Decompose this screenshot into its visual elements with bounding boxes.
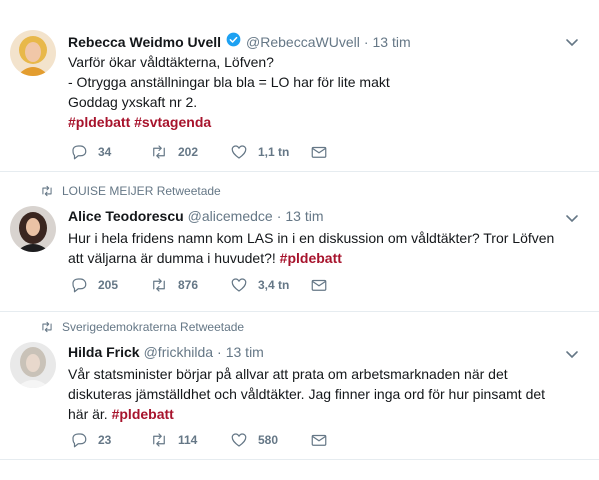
reply-count: 205: [98, 278, 119, 292]
reply-icon: [72, 433, 87, 448]
tweet-actions: 23 114 580: [70, 431, 330, 449]
retweet-icon: [153, 145, 165, 159]
retweet-context[interactable]: Sverigedemokraterna Retweetade: [40, 320, 244, 334]
avatar[interactable]: [10, 206, 56, 252]
heart-icon: [231, 278, 247, 292]
reply-icon: [72, 278, 87, 293]
like-button[interactable]: 1,1 tn: [230, 143, 310, 161]
reply-button[interactable]: 205: [70, 276, 150, 294]
hashtag-link[interactable]: #pldebatt: [280, 250, 342, 266]
tweet[interactable]: LOUISE MEIJER Retweetade Alice Teodoresc…: [0, 172, 599, 312]
tweet-line-text: att väljarna är dumma i huvudet?!: [68, 250, 276, 266]
avatar[interactable]: [10, 342, 56, 388]
hashtag-link[interactable]: #pldebatt: [112, 406, 174, 422]
hashtag-link[interactable]: #svtagenda: [134, 114, 211, 130]
verified-badge-icon: [226, 32, 241, 47]
tweet-line-text: här är.: [68, 406, 108, 422]
timestamp[interactable]: 13 tim: [226, 344, 264, 360]
retweet-context-label: LOUISE MEIJER Retweetade: [62, 184, 221, 198]
reply-button[interactable]: 34: [70, 143, 150, 161]
chevron-down-icon[interactable]: [565, 347, 579, 361]
message-button[interactable]: [310, 143, 330, 161]
avatar[interactable]: [10, 30, 56, 76]
message-button[interactable]: [310, 431, 330, 449]
like-count: 580: [258, 433, 279, 447]
envelope-icon: [311, 279, 327, 291]
separator-dot: ·: [217, 344, 222, 360]
author-handle[interactable]: @RebeccaWUvell: [246, 34, 360, 50]
retweet-count: 876: [178, 278, 199, 292]
retweet-context-label: Sverigedemokraterna Retweetade: [62, 320, 245, 334]
like-count: 3,4 tn: [258, 278, 290, 292]
retweet-icon: [42, 321, 52, 333]
tweet-feed: Rebecca Weidmo Uvell @RebeccaWUvell · 13…: [0, 0, 599, 480]
retweet-button[interactable]: 202: [150, 143, 230, 161]
envelope-icon: [311, 146, 327, 158]
tweet-line: att väljarna är dumma i huvudet?! #pldeb…: [68, 248, 578, 268]
retweet-icon: [153, 278, 165, 292]
tweet-line: diskuteras jämställdhet och våldtäkter. …: [68, 386, 546, 402]
retweet-count: 202: [178, 145, 199, 159]
tweet-header: Rebecca Weidmo Uvell @RebeccaWUvell · 13…: [68, 32, 411, 50]
tweet-actions: 205 876 3,4 tn: [70, 276, 330, 294]
tweet[interactable]: Sverigedemokraterna Retweetade Hilda Fri…: [0, 312, 599, 460]
envelope-icon: [311, 434, 327, 446]
separator-dot: ·: [363, 34, 369, 50]
message-button[interactable]: [310, 276, 330, 294]
timestamp[interactable]: 13 tim: [373, 34, 411, 50]
retweet-count: 114: [178, 433, 198, 447]
reply-button[interactable]: 23: [70, 431, 150, 449]
tweet-line: Hur i hela fridens namn kom LAS in i en …: [68, 230, 555, 246]
author-name[interactable]: Alice Teodorescu: [68, 208, 184, 224]
author-handle[interactable]: @alicemedce: [188, 208, 273, 224]
timestamp[interactable]: 13 tim: [285, 208, 323, 224]
retweet-icon: [153, 433, 165, 447]
separator-dot: ·: [276, 208, 282, 224]
author-name[interactable]: Rebecca Weidmo Uvell: [68, 34, 221, 50]
tweet-header: Alice Teodorescu @alicemedce · 13 tim: [68, 208, 324, 224]
tweet-line: Goddag yxskaft nr 2.: [68, 94, 198, 110]
tweet-line: Vår statsminister börjar på allvar att p…: [68, 366, 508, 382]
chevron-down-icon[interactable]: [565, 35, 579, 49]
tweet-text: Vår statsminister börjar på allvar att p…: [68, 364, 578, 424]
tweet-line: här är. #pldebatt: [68, 404, 578, 424]
tweet-text: Hur i hela fridens namn kom LAS in i en …: [68, 228, 578, 268]
reply-count: 34: [98, 145, 112, 159]
reply-count: 23: [98, 433, 112, 447]
tweet-text: Varför ökar våldtäkterna, Löfven? - Otry…: [68, 52, 578, 132]
tweet-header: Hilda Frick @frickhilda · 13 tim: [68, 344, 264, 360]
tweet-line: Varför ökar våldtäkterna, Löfven?: [68, 54, 274, 70]
tweet[interactable]: Rebecca Weidmo Uvell @RebeccaWUvell · 13…: [0, 0, 599, 172]
retweet-button[interactable]: 114: [150, 431, 230, 449]
heart-icon: [231, 145, 247, 159]
like-button[interactable]: 3,4 tn: [230, 276, 310, 294]
tweet-line: - Otrygga anställningar bla bla = LO har…: [68, 74, 390, 90]
hashtag-link[interactable]: #pldebatt: [68, 114, 130, 130]
tweet-actions: 34 202 1,1 tn: [70, 143, 330, 161]
heart-icon: [231, 433, 247, 447]
chevron-down-icon[interactable]: [565, 211, 579, 225]
author-handle[interactable]: @frickhilda: [144, 344, 213, 360]
retweet-context[interactable]: LOUISE MEIJER Retweetade: [40, 184, 221, 198]
reply-icon: [72, 145, 87, 160]
retweet-icon: [42, 185, 52, 197]
like-button[interactable]: 580: [230, 431, 310, 449]
hashtag-line: #pldebatt #svtagenda: [68, 112, 578, 132]
author-name[interactable]: Hilda Frick: [68, 344, 140, 360]
retweet-button[interactable]: 876: [150, 276, 230, 294]
like-count: 1,1 tn: [258, 145, 290, 159]
